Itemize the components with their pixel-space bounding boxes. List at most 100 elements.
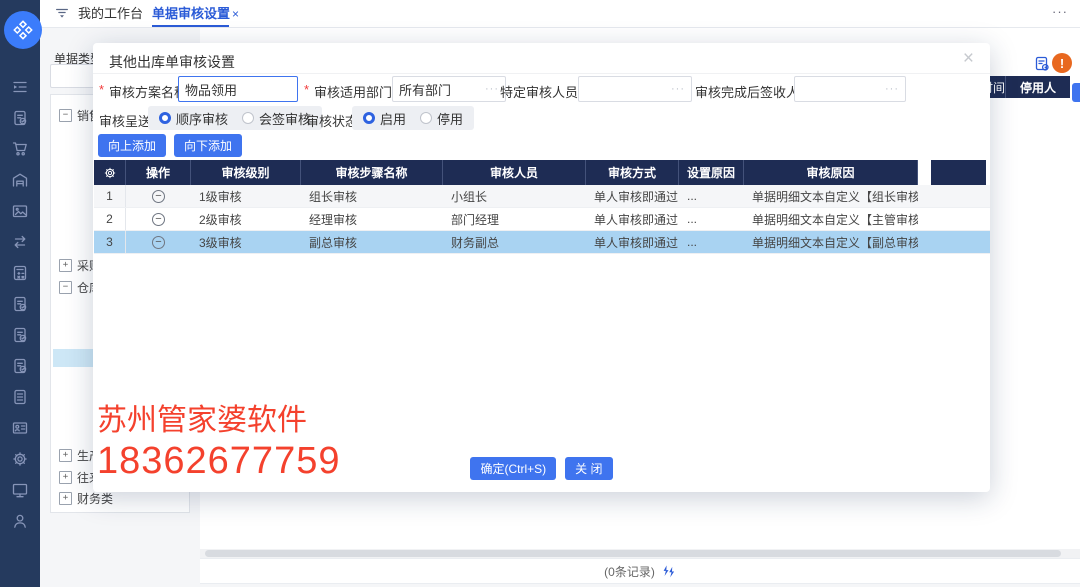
audit-person-cell: 财务副总 xyxy=(443,231,586,253)
expand-icon[interactable]: + xyxy=(59,492,72,505)
table-header-filler xyxy=(931,160,986,185)
expand-icon[interactable]: + xyxy=(59,449,72,462)
remove-row-icon[interactable]: − xyxy=(126,208,191,230)
table-header-cell: 审核人员 xyxy=(443,160,586,185)
document-check-icon[interactable] xyxy=(11,326,29,344)
remove-row-icon[interactable]: − xyxy=(152,236,165,249)
add-above-button[interactable]: 向上添加 xyxy=(98,134,166,157)
table-header-cell: 审核级别 xyxy=(191,160,301,185)
table-row[interactable]: 2−2级审核经理审核部门经理单人审核即通过...单据明细文本自定义【主管审核】等… xyxy=(94,208,990,231)
col-deactivate-person: 停用人 xyxy=(1006,79,1070,96)
audit-mode-cell: 单人审核即通过 xyxy=(586,185,679,207)
picker-ellipsis-icon[interactable]: ··· xyxy=(671,83,685,95)
collapse-menu-icon[interactable] xyxy=(54,5,70,21)
remove-row-icon[interactable]: − xyxy=(152,213,165,226)
document-lines-icon[interactable] xyxy=(11,388,29,406)
image-icon[interactable] xyxy=(11,202,29,220)
horizontal-scrollbar xyxy=(200,549,1080,558)
status-bar: (0条记录) xyxy=(200,558,1080,584)
id-card-icon[interactable] xyxy=(11,419,29,437)
audit-status-group: 启用 停用 xyxy=(352,106,474,130)
delivery-mode-group: 顺序审核 会签审核 xyxy=(148,106,322,130)
radio-sequential-audit[interactable]: 顺序审核 xyxy=(159,109,228,128)
refresh-icon[interactable] xyxy=(661,564,676,579)
audit-step-cell: 副总审核 xyxy=(301,231,443,253)
expand-icon[interactable]: + xyxy=(59,259,72,272)
audit-reason-cell: 单据明细文本自定义【副总审核】等于【是】审核; xyxy=(744,231,918,253)
table-header-row: 操作审核级别审核步骤名称审核人员审核方式设置原因审核原因 xyxy=(94,160,990,185)
confirm-button[interactable]: 确定(Ctrl+S) xyxy=(470,457,556,480)
picker-ellipsis-icon[interactable]: ··· xyxy=(485,83,499,95)
document-settings-icon[interactable] xyxy=(1033,55,1051,73)
monitor-icon[interactable] xyxy=(11,481,29,499)
dept-input[interactable]: 所有部门··· xyxy=(392,76,506,102)
clipped-blue-button[interactable] xyxy=(1072,83,1080,102)
document-check-icon[interactable] xyxy=(11,357,29,375)
transfer-icon[interactable] xyxy=(11,233,29,251)
audit-level-cell: 1级审核 xyxy=(191,185,301,207)
gear-icon[interactable] xyxy=(11,450,29,468)
tab-close-icon[interactable]: × xyxy=(232,7,239,21)
document-check-icon[interactable] xyxy=(11,109,29,127)
table-row[interactable]: 3−3级审核副总审核财务副总单人审核即通过...单据明细文本自定义【副总审核】等… xyxy=(94,231,990,254)
scheme-name-input[interactable]: 物品领用 xyxy=(178,76,298,102)
cart-icon[interactable] xyxy=(11,140,29,158)
radio-icon xyxy=(242,112,254,124)
remove-row-icon[interactable]: − xyxy=(152,190,165,203)
audit-steps-table: 操作审核级别审核步骤名称审核人员审核方式设置原因审核原因 1 − 1级审核组长审核小… xyxy=(94,160,990,254)
tab-workspace[interactable]: 我的工作台 xyxy=(78,0,143,27)
collapse-icon[interactable]: − xyxy=(59,109,72,122)
table-header-cell: 操作 xyxy=(126,160,191,185)
dialog-close-icon[interactable]: × xyxy=(963,49,974,69)
radio-row: 审核呈送方式: 顺序审核 会签审核 审核状态: 启用 停用 xyxy=(93,106,990,130)
table-row[interactable]: 1 − 1级审核组长审核小组长单人审核即通过...单据明细文本自定义【组长审核】等于… xyxy=(94,185,990,208)
audit-person-cell: 小组长 xyxy=(443,185,586,207)
row-number: 3 xyxy=(94,231,126,253)
row-number: 1 xyxy=(94,185,126,207)
user-icon[interactable] xyxy=(11,512,29,530)
radio-countersign-audit[interactable]: 会签审核 xyxy=(242,109,311,128)
radio-disable[interactable]: 停用 xyxy=(420,109,463,128)
tree-item-label: 财务类 xyxy=(77,490,113,507)
remove-row-icon[interactable]: − xyxy=(126,231,191,253)
alert-badge[interactable]: ! xyxy=(1052,53,1072,73)
table-header-cell: 审核步骤名称 xyxy=(301,160,443,185)
radio-icon xyxy=(420,112,432,124)
app-logo-icon[interactable] xyxy=(4,11,42,49)
app-screen: 我的工作台 单据审核设置× ··· 单据类型 −销售类+采购类−仓库类+生产类+… xyxy=(0,0,1080,587)
tree-item[interactable]: + 财务类 xyxy=(59,490,113,506)
set-reason-cell[interactable]: ... xyxy=(679,231,744,253)
table-settings-gear-icon[interactable] xyxy=(94,160,126,185)
tab-overflow-button[interactable]: ··· xyxy=(1052,0,1068,24)
required-star: * xyxy=(304,82,309,97)
audit-level-cell: 3级审核 xyxy=(191,231,301,253)
dialog-footer: 确定(Ctrl+S) 关 闭 xyxy=(93,457,990,480)
col-deactivate-time: 停用时间 xyxy=(988,76,1005,98)
auditor-input[interactable]: ··· xyxy=(578,76,692,102)
table-header-cell: 审核方式 xyxy=(586,160,679,185)
remove-row-icon[interactable]: − xyxy=(126,185,191,207)
collapse-icon[interactable]: − xyxy=(59,281,72,294)
indent-menu-icon[interactable] xyxy=(11,78,29,96)
picker-ellipsis-icon[interactable]: ··· xyxy=(885,83,899,95)
tab-audit-settings[interactable]: 单据审核设置× xyxy=(152,0,239,27)
table-header-cell: 设置原因 xyxy=(679,160,744,185)
receiver-input[interactable]: ··· xyxy=(794,76,906,102)
add-below-button[interactable]: 向下添加 xyxy=(174,134,242,157)
radio-enable[interactable]: 启用 xyxy=(363,109,406,128)
close-button[interactable]: 关 闭 xyxy=(565,457,612,480)
tab-bar: 我的工作台 单据审核设置× ··· xyxy=(40,0,1080,28)
document-check-icon[interactable] xyxy=(11,295,29,313)
dept-label: 审核适用部门: xyxy=(314,82,396,101)
calculator-icon[interactable] xyxy=(11,264,29,282)
audit-reason-cell: 单据明细文本自定义【组长审核】等于【是】审核; xyxy=(744,185,918,207)
expand-icon[interactable]: + xyxy=(59,471,72,484)
set-reason-cell[interactable]: ... xyxy=(679,185,744,207)
audit-step-cell: 组长审核 xyxy=(301,185,443,207)
set-reason-cell[interactable]: ... xyxy=(679,208,744,230)
audit-person-cell: 部门经理 xyxy=(443,208,586,230)
sidebar-icon-list xyxy=(0,78,40,530)
scrollbar-thumb[interactable] xyxy=(205,550,1061,557)
warehouse-icon[interactable] xyxy=(11,171,29,189)
add-buttons: 向上添加 向下添加 xyxy=(98,134,242,157)
